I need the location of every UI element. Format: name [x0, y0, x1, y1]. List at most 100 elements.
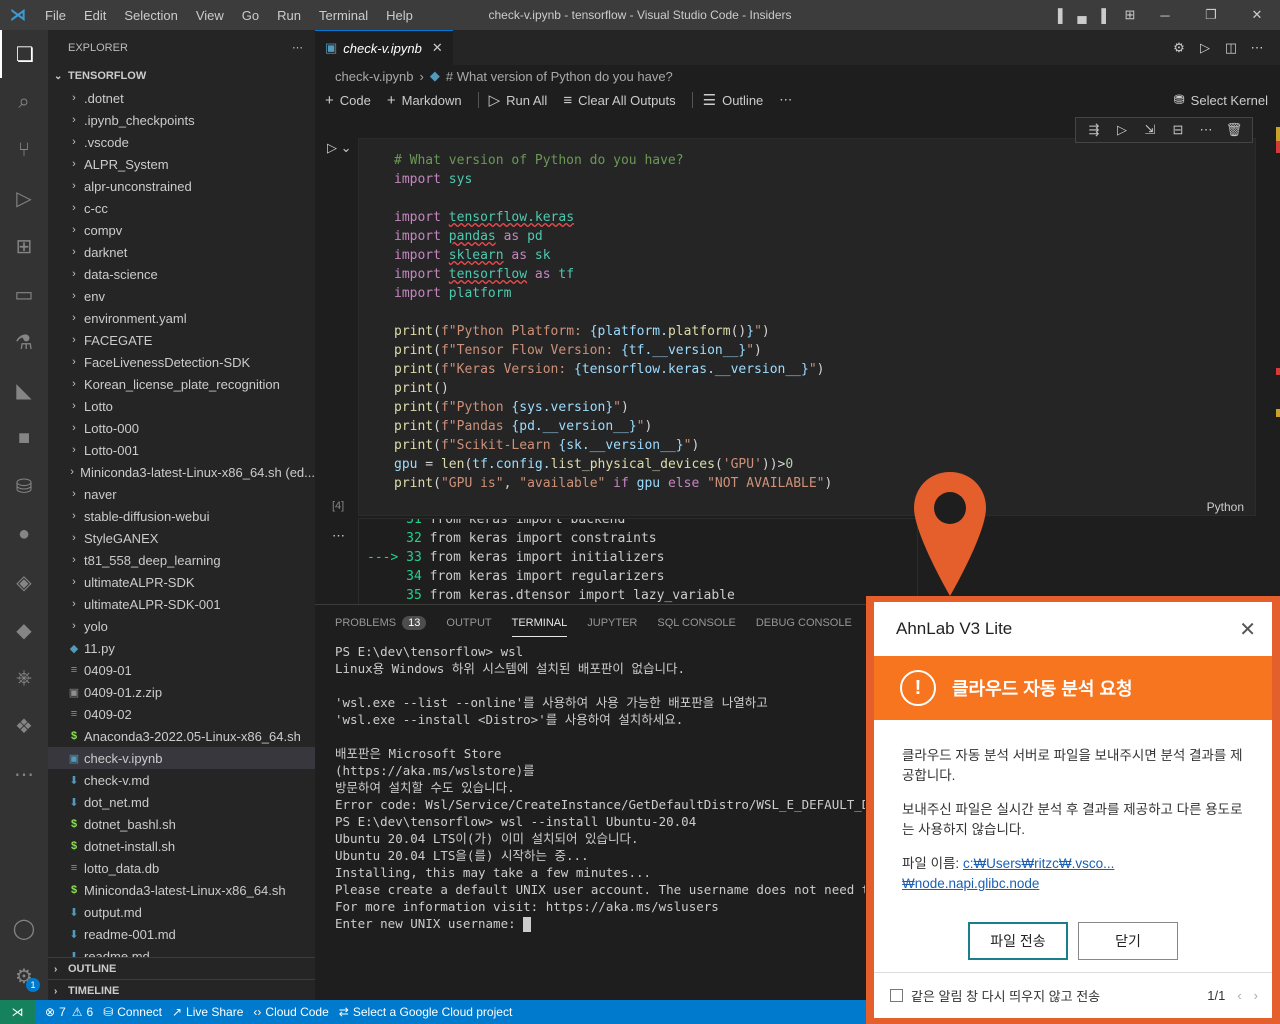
tree-folder[interactable]: › naver	[48, 483, 315, 505]
tree-file[interactable]: ⬇ dot_net.md	[48, 791, 315, 813]
tree-file[interactable]: ◆ 11.py	[48, 637, 315, 659]
source-control-icon[interactable]: ⑂	[0, 126, 48, 174]
execute-cell-and-below-icon[interactable]: ▷	[1108, 122, 1136, 138]
live-share-status[interactable]: ↗ Live Share	[172, 1005, 243, 1019]
run-cell-icon[interactable]: ▷ ⌄	[327, 140, 352, 156]
tree-file[interactable]: ▣ 0409-01.z.zip	[48, 681, 315, 703]
tree-file[interactable]: ⬇ output.md	[48, 901, 315, 923]
cell-code[interactable]: # What version of Python do you have? im…	[359, 139, 1255, 493]
connect-status[interactable]: ⛁ Connect	[103, 1005, 162, 1019]
code-cell[interactable]: # What version of Python do you have? im…	[358, 138, 1256, 516]
next-page-icon[interactable]: ›	[1254, 988, 1258, 1003]
restore-button[interactable]: ❐	[1188, 7, 1234, 23]
add-code-cell-button[interactable]: + Code	[325, 92, 371, 109]
settings-gear-icon[interactable]: ⚙ 1	[0, 952, 48, 1000]
tree-file[interactable]: $ dotnet-install.sh	[48, 835, 315, 857]
add-markdown-cell-button[interactable]: + Markdown	[387, 92, 462, 109]
panel-tab-jupyter[interactable]: JUPYTER	[587, 605, 637, 641]
tree-file[interactable]: $ Anaconda3-2022.05-Linux-x86_64.sh	[48, 725, 315, 747]
workspace-folder-header[interactable]: ⌄ TENSORFLOW	[48, 65, 315, 87]
tree-folder[interactable]: › Lotto-000	[48, 417, 315, 439]
menu-item-edit[interactable]: Edit	[75, 8, 115, 23]
panel-tab-problems[interactable]: PROBLEMS 13	[335, 605, 427, 641]
remote-indicator-icon[interactable]: ⋊	[0, 1000, 35, 1024]
remote-explorer-icon[interactable]: ▭	[0, 270, 48, 318]
tree-folder[interactable]: › .dotnet	[48, 87, 315, 109]
menu-item-terminal[interactable]: Terminal	[310, 8, 377, 23]
notebook-settings-icon[interactable]: ⚙	[1166, 40, 1192, 56]
run-debug-icon[interactable]: ▷	[0, 174, 48, 222]
tree-file[interactable]: ⬇ readme.md	[48, 945, 315, 958]
execute-above-icon[interactable]: ⇶	[1080, 122, 1108, 138]
tree-file[interactable]: ≡ 0409-02	[48, 703, 315, 725]
terminal-output[interactable]: PS E:\dev\tensorflow> wsl Linux용 Windows …	[315, 641, 865, 932]
database-icon[interactable]: ⛁	[0, 462, 48, 510]
panel-tab-debug-console[interactable]: DEBUG CONSOLE	[756, 605, 852, 641]
dont-show-checkbox[interactable]	[890, 989, 903, 1002]
tree-folder[interactable]: › ultimateALPR-SDK-001	[48, 593, 315, 615]
cell-more-icon[interactable]: ⋯	[1192, 122, 1220, 138]
output-more-icon[interactable]: ⋯	[332, 528, 345, 544]
toggle-panel-icon[interactable]: ▄	[1070, 8, 1094, 23]
tree-folder[interactable]: › compv	[48, 219, 315, 241]
extensions-icon[interactable]: ⊞	[0, 222, 48, 270]
tree-folder[interactable]: › c-cc	[48, 197, 315, 219]
breadcrumb-cell[interactable]: # What version of Python do you have?	[446, 69, 673, 84]
tree-file[interactable]: $ Miniconda3-latest-Linux-x86_64.sh	[48, 879, 315, 901]
tree-folder[interactable]: › Miniconda3-latest-Linux-x86_64.sh (ed..…	[48, 461, 315, 483]
split-cell-icon[interactable]: ⊟	[1164, 122, 1192, 138]
menu-item-go[interactable]: Go	[233, 8, 268, 23]
send-file-button[interactable]: 파일 전송	[968, 922, 1068, 960]
gcp-project-status[interactable]: ⇄ Select a Google Cloud project	[339, 1005, 513, 1019]
tree-folder[interactable]: › StyleGANEX	[48, 527, 315, 549]
outline-button[interactable]: ☰ Outline	[703, 91, 764, 109]
split-editor-icon[interactable]: ◫	[1218, 40, 1244, 56]
run-all-button[interactable]: ▷ Run All	[489, 91, 548, 109]
tree-folder[interactable]: › stable-diffusion-webui	[48, 505, 315, 527]
docker-icon[interactable]: ◆	[0, 606, 48, 654]
menu-item-help[interactable]: Help	[377, 8, 422, 23]
tree-folder[interactable]: › environment.yaml	[48, 307, 315, 329]
dialog-close-button[interactable]: 닫기	[1078, 922, 1178, 960]
tree-folder[interactable]: › data-science	[48, 263, 315, 285]
panel-tab-output[interactable]: OUTPUT	[446, 605, 491, 641]
accounts-icon[interactable]: ◯	[0, 904, 48, 952]
minimize-button[interactable]: ─	[1142, 8, 1188, 23]
tree-folder[interactable]: › .vscode	[48, 131, 315, 153]
notebook-more-icon[interactable]: ⋯	[779, 92, 792, 108]
tree-folder[interactable]: › FaceLivenessDetection-SDK	[48, 351, 315, 373]
testing-icon[interactable]: ⚗	[0, 318, 48, 366]
clear-all-outputs-button[interactable]: ≡ Clear All Outputs	[563, 92, 675, 109]
tree-folder[interactable]: › darknet	[48, 241, 315, 263]
tree-folder[interactable]: › Lotto	[48, 395, 315, 417]
tree-folder[interactable]: › alpr-unconstrained	[48, 175, 315, 197]
tree-folder[interactable]: › FACEGATE	[48, 329, 315, 351]
cloud-code-icon[interactable]: ❖	[0, 702, 48, 750]
toggle-secondary-sidebar-icon[interactable]: ▌	[1094, 8, 1118, 23]
toggle-primary-sidebar-icon[interactable]: ▐	[1046, 8, 1070, 23]
outline-section-header[interactable]: › OUTLINE	[48, 958, 315, 980]
menu-item-run[interactable]: Run	[268, 8, 310, 23]
panel-tab-sql-console[interactable]: SQL CONSOLE	[657, 605, 735, 641]
tab-check-v-ipynb[interactable]: ▣ check-v.ipynb ✕	[315, 30, 453, 65]
panel-tab-terminal[interactable]: TERMINAL	[511, 605, 567, 641]
tree-folder[interactable]: › Korean_license_plate_recognition	[48, 373, 315, 395]
select-kernel-button[interactable]: ⛃ Select Kernel	[1174, 87, 1268, 113]
tree-folder[interactable]: › ALPR_System	[48, 153, 315, 175]
tree-folder[interactable]: › env	[48, 285, 315, 307]
close-tab-icon[interactable]: ✕	[432, 40, 443, 56]
search-icon[interactable]: ⌕	[0, 78, 48, 126]
breadcrumb-file[interactable]: check-v.ipynb	[335, 69, 414, 84]
tree-file[interactable]: ≡ 0409-01	[48, 659, 315, 681]
prev-page-icon[interactable]: ‹	[1237, 988, 1241, 1003]
editor-more-icon[interactable]: ⋯	[1244, 40, 1270, 56]
tree-file[interactable]: ▣ check-v.ipynb	[48, 747, 315, 769]
more-icon[interactable]: ⋯	[0, 750, 48, 798]
timeline-section-header[interactable]: › TIMELINE	[48, 980, 315, 1000]
cell-language[interactable]: Python	[1207, 500, 1244, 514]
cloud-code-status[interactable]: ‹› Cloud Code	[253, 1005, 328, 1019]
tree-file[interactable]: ⬇ check-v.md	[48, 769, 315, 791]
menu-item-file[interactable]: File	[36, 8, 75, 23]
tree-folder[interactable]: › Lotto-001	[48, 439, 315, 461]
explorer-more-icon[interactable]: ⋯	[292, 41, 303, 54]
